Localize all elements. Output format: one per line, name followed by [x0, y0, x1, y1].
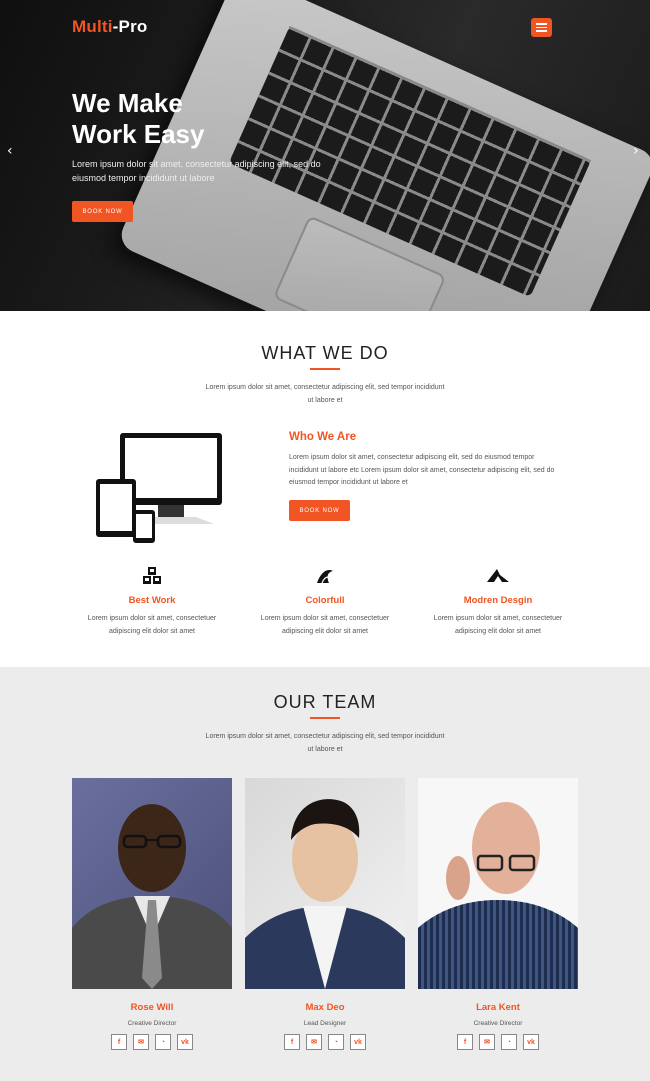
rss-icon[interactable]: ◔: [328, 1034, 344, 1050]
our-team-intro: Lorem ipsum dolor sit amet, consectetur …: [205, 733, 445, 753]
rss-icon[interactable]: ◔: [155, 1034, 171, 1050]
title-underline: [310, 368, 340, 370]
member-role: Creative Director: [127, 1020, 177, 1027]
chevron-left-icon[interactable]: ‹: [7, 144, 13, 158]
feature-title: Colorfull: [305, 595, 345, 606]
devices-icon: [96, 433, 222, 543]
member-name: Max Deo: [305, 1002, 345, 1013]
menu-line: [536, 26, 547, 29]
what-we-do-title: WHAT WE DO: [261, 343, 389, 363]
feature-title: Modren Desgin: [463, 595, 533, 606]
facebook-icon[interactable]: f: [457, 1034, 473, 1050]
hero-text: Lorem ipsum dolor sit amet, consectetur …: [72, 159, 321, 183]
who-we-are-title: Who We Are: [289, 431, 357, 443]
hamburger-icon[interactable]: [531, 18, 552, 37]
email-icon[interactable]: ✉: [306, 1034, 322, 1050]
team-member-rose-will: Rose Will Creative Director f ✉ ◔ vk: [72, 778, 232, 1050]
feature-text: Lorem ipsum dolor sit amet, consectetuer…: [260, 615, 390, 635]
team-photo: [245, 778, 405, 989]
team-member-lara-kent: Lara Kent Creative Director f ✉ ◔ vk: [418, 778, 578, 1050]
member-role: Creative Director: [473, 1020, 523, 1027]
hero-title-line1: We Make: [72, 88, 183, 118]
feature-text: Lorem ipsum dolor sit amet, consectetuer…: [87, 615, 217, 635]
member-name: Rose Will: [130, 1002, 174, 1013]
member-name: Lara Kent: [476, 1002, 520, 1013]
laptop-image: [115, 0, 650, 311]
hero-title-line2: Work Easy: [72, 119, 205, 149]
rss-icon[interactable]: ◔: [501, 1034, 517, 1050]
facebook-icon[interactable]: f: [284, 1034, 300, 1050]
who-book-now-button[interactable]: BOOK NOW: [289, 500, 350, 521]
vk-icon[interactable]: vk: [177, 1034, 193, 1050]
team-photo: [418, 778, 578, 989]
vk-icon[interactable]: vk: [350, 1034, 366, 1050]
hero-book-now-button[interactable]: BOOK NOW: [72, 201, 133, 222]
logo-pro: Pro: [118, 17, 148, 36]
feature-best-work: Best Work Lorem ipsum dolor sit amet, co…: [72, 565, 232, 638]
social-links: f ✉ ◔ vk: [418, 1034, 578, 1050]
social-links: f ✉ ◔ vk: [72, 1034, 232, 1050]
menu-line: [536, 30, 547, 32]
what-we-do-intro: Lorem ipsum dolor sit amet, consectetur …: [205, 384, 445, 404]
menu-line: [536, 23, 547, 25]
team-photo: [72, 778, 232, 989]
social-links: f ✉ ◔ vk: [245, 1034, 405, 1050]
feature-modren-desgin: Modren Desgin Lorem ipsum dolor sit amet…: [418, 565, 578, 638]
vk-icon[interactable]: vk: [523, 1034, 539, 1050]
email-icon[interactable]: ✉: [133, 1034, 149, 1050]
shark-icon: [418, 565, 578, 587]
feature-colorfull: Colorfull Lorem ipsum dolor sit amet, co…: [245, 565, 405, 638]
team-member-max-deo: Max Deo Lead Designer f ✉ ◔ vk: [245, 778, 405, 1050]
hero-banner: [0, 0, 650, 311]
hero-title: We Make Work Easy: [72, 88, 332, 150]
title-underline: [310, 717, 340, 719]
logo-main: Multi: [72, 17, 113, 36]
email-icon[interactable]: ✉: [479, 1034, 495, 1050]
wave-icon: [245, 565, 405, 587]
facebook-icon[interactable]: f: [111, 1034, 127, 1050]
site-logo[interactable]: Multi-Pro: [72, 17, 147, 37]
feature-title: Best Work: [128, 595, 176, 606]
cubes-icon: [72, 565, 232, 587]
our-team-title: OUR TEAM: [273, 692, 377, 712]
chevron-right-icon[interactable]: ›: [633, 144, 639, 158]
member-role: Lead Designer: [303, 1020, 347, 1027]
feature-text: Lorem ipsum dolor sit amet, consectetuer…: [433, 615, 563, 635]
who-we-are-text: Lorem ipsum dolor sit amet, consectetur …: [289, 454, 555, 486]
